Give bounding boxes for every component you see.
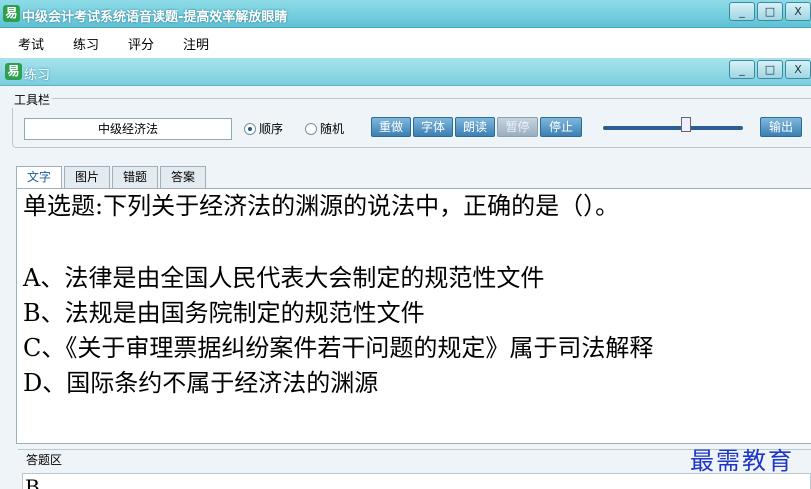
order-radio[interactable]: 顺序 xyxy=(244,120,283,137)
watermark: 最需教育 xyxy=(690,447,794,475)
order-radio-label: 顺序 xyxy=(259,122,284,136)
minimize-button[interactable]: _ xyxy=(729,2,755,21)
child-app-icon: 易 xyxy=(5,63,22,80)
subject-field[interactable]: 中级经济法 xyxy=(24,118,232,140)
title-bar: 易 中级会计考试系统语音读题-提高效率解放眼睛 _ □ X xyxy=(0,0,811,28)
volume-slider-thumb[interactable] xyxy=(681,117,691,132)
option-c: C、《关于审理票据纠纷案件若干问题的规定》属于司法解释 xyxy=(23,334,654,362)
app-icon: 易 xyxy=(3,5,20,22)
font-button[interactable]: 字体 xyxy=(413,117,453,137)
option-b: B、法规是由国务院制定的规范性文件 xyxy=(23,299,425,327)
tab-image[interactable]: 图片 xyxy=(64,166,111,188)
window-title: 中级会计考试系统语音读题-提高效率解放眼睛 xyxy=(22,10,288,25)
random-radio-label: 随机 xyxy=(320,122,345,136)
random-radio-dot[interactable] xyxy=(305,122,317,135)
tab-text[interactable]: 文字 xyxy=(16,166,63,189)
order-radio-dot[interactable] xyxy=(244,122,256,135)
tab-answer[interactable]: 答案 xyxy=(160,166,207,188)
window-controls: _ □ X xyxy=(729,2,811,21)
menu-practice[interactable]: 练习 xyxy=(73,34,99,53)
menu-bar: 考试 练习 评分 注明 xyxy=(0,28,811,58)
child-close-button[interactable]: X xyxy=(785,60,811,79)
random-radio[interactable]: 随机 xyxy=(305,120,344,137)
menu-notes[interactable]: 注明 xyxy=(183,34,209,53)
child-maximize-button[interactable]: □ xyxy=(757,60,783,79)
toolbar-label: 工具栏 xyxy=(12,91,53,108)
option-a: A、法律是由全国人民代表大会制定的规范性文件 xyxy=(23,264,545,292)
question-display: 单选题:下列关于经济法的渊源的说法中，正确的是（）。 A、法律是由全国人民代表大… xyxy=(16,188,811,444)
practice-panel: 工具栏 中级经济法 顺序 随机 重做 字体 朗读 暂停 停止 输出 文字 图片 … xyxy=(0,86,811,489)
maximize-button[interactable]: □ xyxy=(757,2,783,21)
volume-slider-track[interactable] xyxy=(603,126,743,130)
menu-exam[interactable]: 考试 xyxy=(18,34,44,53)
child-window-controls: _ □ X xyxy=(729,60,811,79)
question-stem: 单选题:下列关于经济法的渊源的说法中，正确的是（）。 xyxy=(23,192,620,220)
redo-button[interactable]: 重做 xyxy=(371,117,411,137)
export-button[interactable]: 输出 xyxy=(760,117,802,137)
menu-score[interactable]: 评分 xyxy=(128,34,154,53)
tab-wrong[interactable]: 错题 xyxy=(112,166,159,188)
option-d: D、国际条约不属于经济法的渊源 xyxy=(23,369,379,397)
child-title-bar: 易 练习 _ □ X xyxy=(0,58,811,86)
child-window-title: 练习 xyxy=(24,68,51,83)
read-aloud-button[interactable]: 朗读 xyxy=(455,117,495,137)
tab-strip: 文字 图片 错题 答案 xyxy=(16,166,208,189)
pause-button[interactable]: 暂停 xyxy=(497,117,538,137)
close-button[interactable]: X xyxy=(785,2,811,21)
answer-label: 答题区 xyxy=(24,451,65,468)
stop-button[interactable]: 停止 xyxy=(540,117,582,137)
child-minimize-button[interactable]: _ xyxy=(729,60,755,79)
